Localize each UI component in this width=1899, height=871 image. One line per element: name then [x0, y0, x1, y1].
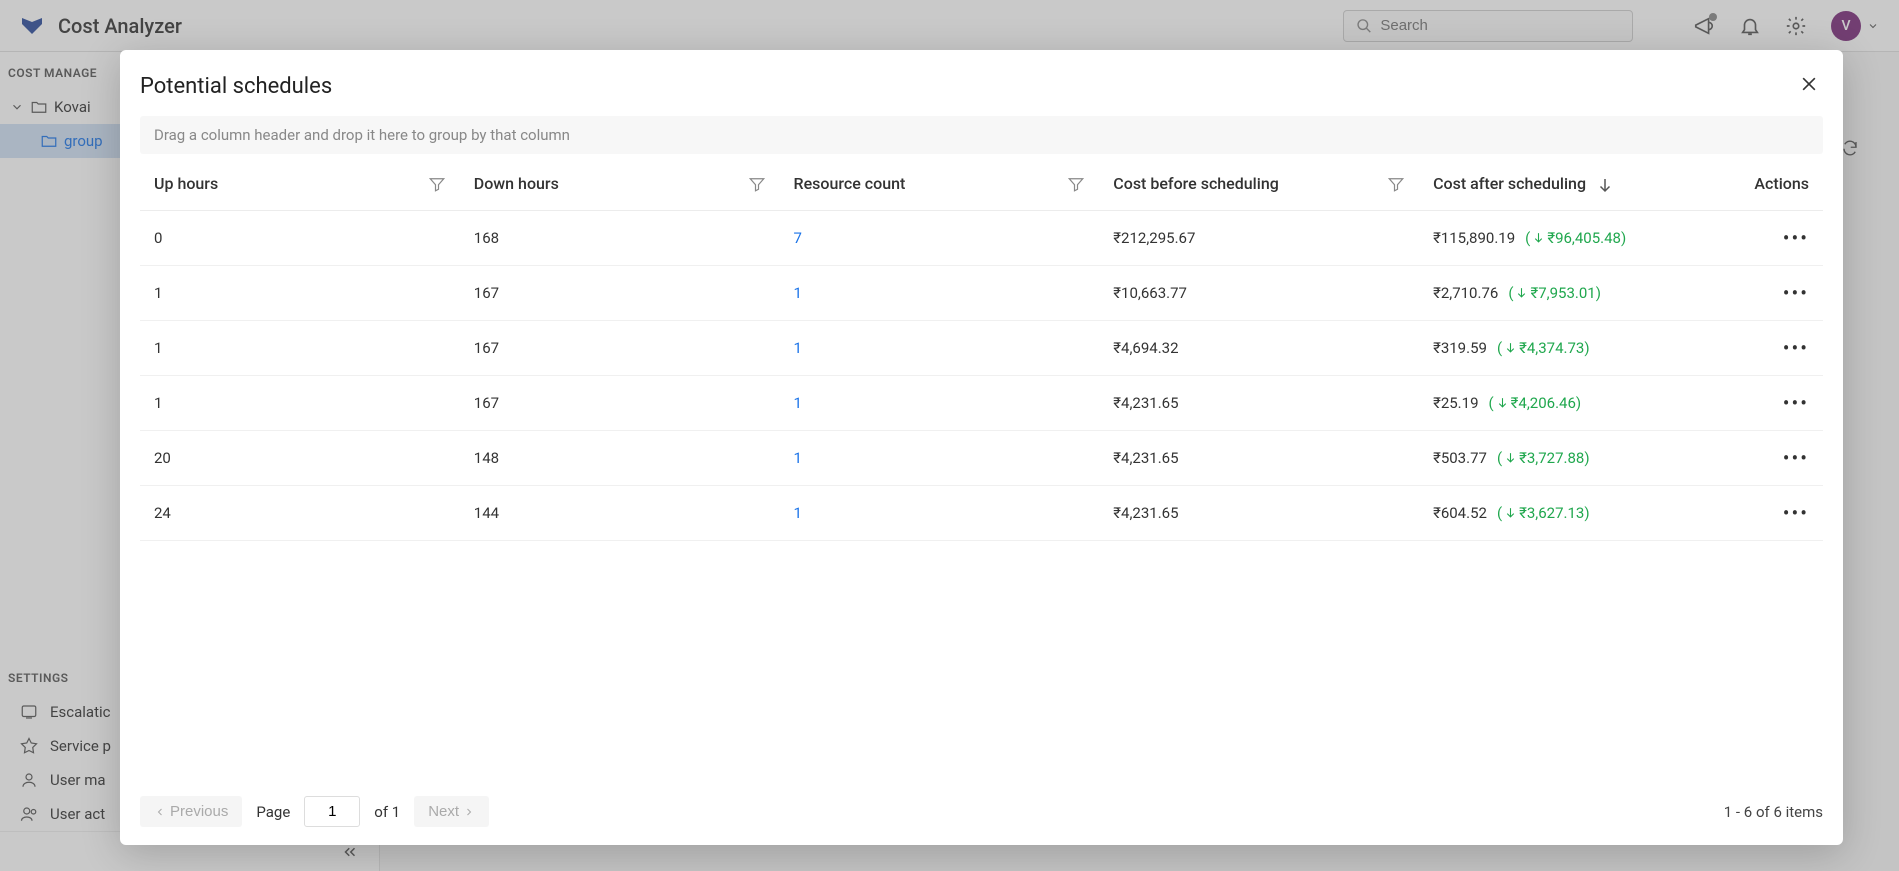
col-label: Down hours — [474, 174, 559, 193]
col-label: Actions — [1754, 174, 1809, 193]
page-input[interactable] — [304, 796, 360, 827]
next-label: Next — [428, 803, 459, 820]
resource-count-link[interactable]: 1 — [794, 339, 802, 357]
modal-title: Potential schedules — [140, 74, 332, 99]
col-label: Resource count — [794, 174, 906, 193]
cell-cost-after: ₹503.77(₹3,727.88) — [1419, 430, 1722, 485]
row-actions-menu[interactable]: ••• — [1783, 281, 1809, 305]
col-cost-after[interactable]: Cost after scheduling — [1419, 158, 1722, 210]
cell-down-hours: 148 — [460, 430, 780, 485]
close-icon — [1799, 74, 1819, 94]
savings-badge: (₹96,405.48) — [1525, 229, 1626, 247]
filter-icon[interactable] — [1387, 175, 1405, 193]
cell-cost-after: ₹604.52(₹3,627.13) — [1419, 485, 1722, 540]
row-actions-menu[interactable]: ••• — [1783, 446, 1809, 470]
table-row: 20148 1 ₹4,231.65₹503.77(₹3,727.88) ••• — [140, 430, 1823, 485]
pager: Previous Page of 1 Next 1 - 6 of 6 items — [140, 778, 1823, 845]
cell-resource-count: 1 — [780, 485, 1100, 540]
row-actions-menu[interactable]: ••• — [1783, 391, 1809, 415]
cell-up-hours: 20 — [140, 430, 460, 485]
row-actions-menu[interactable]: ••• — [1783, 226, 1809, 250]
cell-cost-before: ₹4,231.65 — [1099, 430, 1419, 485]
savings-badge: (₹3,727.88) — [1497, 449, 1590, 467]
table-row: 0168 7 ₹212,295.67₹115,890.19(₹96,405.48) •… — [140, 210, 1823, 265]
cell-resource-count: 1 — [780, 320, 1100, 375]
cell-up-hours: 24 — [140, 485, 460, 540]
filter-icon[interactable] — [1067, 175, 1085, 193]
col-cost-before[interactable]: Cost before scheduling — [1099, 158, 1419, 210]
sort-desc-icon — [1596, 176, 1614, 194]
cell-cost-before: ₹10,663.77 — [1099, 265, 1419, 320]
page-label: Page — [256, 803, 290, 821]
savings-badge: (₹4,206.46) — [1489, 394, 1582, 412]
chevron-right-icon — [463, 806, 475, 818]
col-actions: Actions — [1722, 158, 1823, 210]
savings-badge: (₹3,627.13) — [1497, 504, 1590, 522]
col-up-hours[interactable]: Up hours — [140, 158, 460, 210]
resource-count-link[interactable]: 7 — [794, 229, 802, 247]
page-of-label: of 1 — [374, 803, 400, 821]
cell-up-hours: 0 — [140, 210, 460, 265]
cell-down-hours: 167 — [460, 265, 780, 320]
cell-down-hours: 144 — [460, 485, 780, 540]
cell-resource-count: 1 — [780, 430, 1100, 485]
cell-down-hours: 167 — [460, 375, 780, 430]
cell-resource-count: 7 — [780, 210, 1100, 265]
cell-cost-before: ₹4,694.32 — [1099, 320, 1419, 375]
table-row: 11671₹4,231.65₹25.19(₹4,206.46)••• — [140, 375, 1823, 430]
cell-cost-before: ₹4,231.65 — [1099, 485, 1419, 540]
row-actions-menu[interactable]: ••• — [1783, 501, 1809, 525]
filter-icon[interactable] — [428, 175, 446, 193]
col-label: Cost after scheduling — [1433, 174, 1586, 193]
col-down-hours[interactable]: Down hours — [460, 158, 780, 210]
resource-count-link[interactable]: 1 — [794, 284, 802, 302]
close-button[interactable] — [1795, 70, 1823, 102]
savings-badge: (₹4,374.73) — [1497, 339, 1590, 357]
cell-cost-after: ₹115,890.19(₹96,405.48) — [1419, 210, 1722, 265]
savings-badge: (₹7,953.01) — [1508, 284, 1601, 302]
group-by-dropzone[interactable]: Drag a column header and drop it here to… — [140, 116, 1823, 154]
cell-down-hours: 168 — [460, 210, 780, 265]
cell-down-hours: 167 — [460, 320, 780, 375]
previous-button[interactable]: Previous — [140, 796, 242, 827]
chevron-left-icon — [154, 806, 166, 818]
cell-cost-before: ₹4,231.65 — [1099, 375, 1419, 430]
page-range: 1 - 6 of 6 items — [1724, 803, 1823, 821]
col-label: Cost before scheduling — [1113, 174, 1279, 193]
resource-count-link[interactable]: 1 — [794, 394, 802, 412]
previous-label: Previous — [170, 803, 228, 820]
cell-resource-count: 1 — [780, 375, 1100, 430]
cell-resource-count: 1 — [780, 265, 1100, 320]
col-resource-count[interactable]: Resource count — [780, 158, 1100, 210]
row-actions-menu[interactable]: ••• — [1783, 336, 1809, 360]
cell-cost-after: ₹319.59(₹4,374.73) — [1419, 320, 1722, 375]
cell-up-hours: 1 — [140, 320, 460, 375]
cell-up-hours: 1 — [140, 375, 460, 430]
table-row: 11671₹10,663.77₹2,710.76(₹7,953.01)••• — [140, 265, 1823, 320]
cell-up-hours: 1 — [140, 265, 460, 320]
cell-cost-after: ₹25.19(₹4,206.46) — [1419, 375, 1722, 430]
cell-cost-before: ₹212,295.67 — [1099, 210, 1419, 265]
potential-schedules-modal: Potential schedules Drag a column header… — [120, 50, 1843, 845]
table-row: 24144 1 ₹4,231.65₹604.52(₹3,627.13) ••• — [140, 485, 1823, 540]
resource-count-link[interactable]: 1 — [794, 449, 802, 467]
col-label: Up hours — [154, 174, 218, 193]
schedules-table: Up hours Down hours Resource count — [140, 158, 1823, 541]
table-row: 11671₹4,694.32₹319.59(₹4,374.73)••• — [140, 320, 1823, 375]
resource-count-link[interactable]: 1 — [794, 504, 802, 522]
cell-cost-after: ₹2,710.76(₹7,953.01) — [1419, 265, 1722, 320]
filter-icon[interactable] — [748, 175, 766, 193]
next-button[interactable]: Next — [414, 796, 489, 827]
